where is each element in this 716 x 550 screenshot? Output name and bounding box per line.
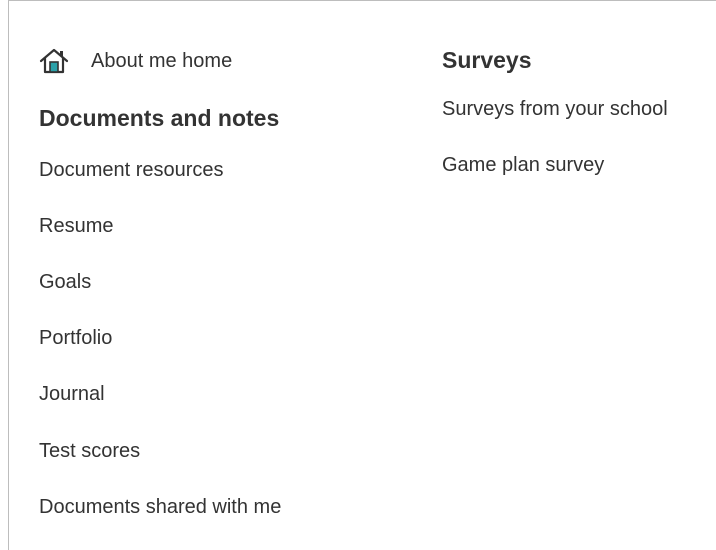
- nav-link-surveys-from-your-school[interactable]: Surveys from your school: [442, 98, 668, 121]
- nav-link-portfolio[interactable]: Portfolio: [39, 327, 112, 350]
- nav-link-resume[interactable]: Resume: [39, 215, 113, 238]
- home-icon: [39, 47, 69, 75]
- about-me-menu-panel: About me home Documents and notes Docume…: [8, 0, 716, 550]
- about-me-home-link[interactable]: About me home: [39, 47, 232, 75]
- nav-link-game-plan-survey[interactable]: Game plan survey: [442, 154, 604, 177]
- about-me-home-label: About me home: [91, 49, 233, 72]
- nav-link-journal[interactable]: Journal: [39, 383, 105, 406]
- surveys-heading: Surveys: [442, 47, 532, 73]
- documents-and-notes-heading: Documents and notes: [39, 105, 280, 131]
- nav-link-document-resources[interactable]: Document resources: [39, 159, 224, 182]
- nav-link-test-scores[interactable]: Test scores: [39, 440, 140, 463]
- nav-link-documents-shared-with-me[interactable]: Documents shared with me: [39, 496, 281, 519]
- nav-link-goals[interactable]: Goals: [39, 271, 91, 294]
